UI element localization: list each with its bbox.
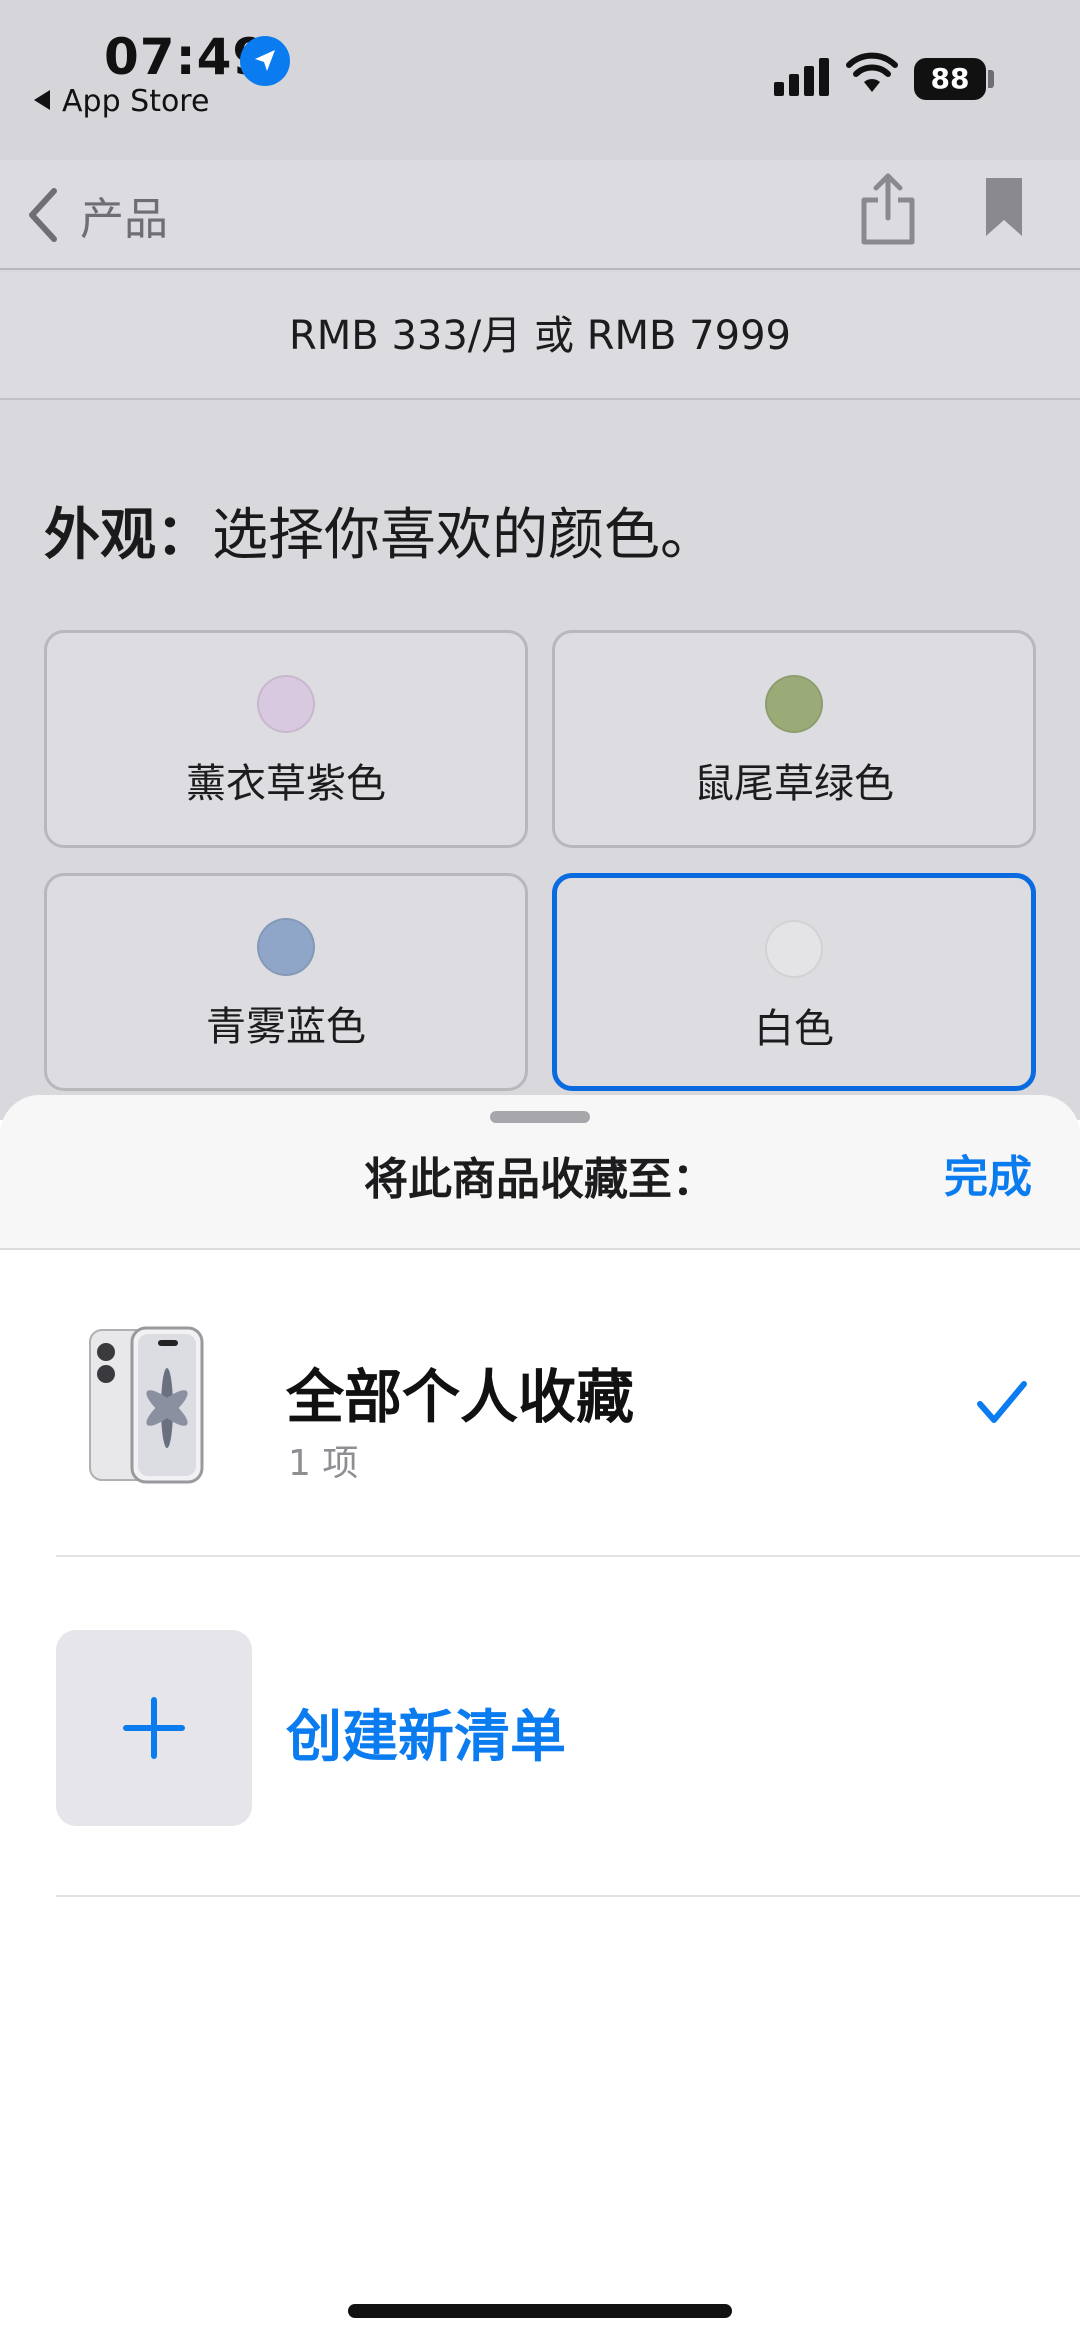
back-triangle-icon [34, 90, 50, 110]
price-bar: RMB 333/月 或 RMB 7999 [0, 272, 1080, 400]
plus-icon [123, 1697, 185, 1759]
nav-back-button[interactable]: 产品 [24, 180, 168, 250]
color-swatch [257, 675, 315, 733]
create-new-list-row[interactable]: 创建新清单 [0, 1580, 1080, 1880]
checkmark-icon [977, 1381, 1027, 1423]
color-option-white[interactable]: 白色 [552, 873, 1036, 1091]
share-icon[interactable] [858, 170, 918, 250]
bookmark-icon[interactable] [982, 174, 1026, 240]
row-divider [56, 1555, 1080, 1557]
back-to-app-store[interactable]: App Store [34, 84, 209, 119]
sheet-header: 将此商品收藏至： 完成 [0, 1095, 1080, 1250]
product-page-background: 07:49 App Store 88 产品 RMB 333/月 或 RMB 79… [0, 0, 1080, 1120]
appearance-heading: 外观：选择你喜欢的颜色。 [44, 490, 716, 571]
row-divider [56, 1895, 1080, 1897]
create-new-list-label: 创建新清单 [286, 1705, 566, 1770]
sheet-grabber[interactable] [490, 1111, 590, 1123]
iphone-product-thumbnail [89, 1326, 204, 1484]
plus-tile [56, 1630, 252, 1826]
collection-name: 全部个人收藏 [286, 1363, 635, 1431]
color-option-label: 白色 [754, 1006, 834, 1052]
color-swatch [257, 918, 315, 976]
color-option-label: 青雾蓝色 [206, 1004, 366, 1050]
color-swatch [765, 920, 823, 978]
status-bar: 07:49 App Store 88 [0, 0, 1080, 160]
appearance-heading-rest: 选择你喜欢的颜色。 [212, 503, 716, 568]
wifi-icon [846, 52, 898, 92]
color-option-label: 薰衣草紫色 [186, 761, 386, 807]
collection-count: 1 项 [288, 1443, 359, 1484]
chevron-left-icon [29, 188, 57, 242]
sheet-title: 将此商品收藏至： [364, 1154, 716, 1205]
cellular-signal-icon [774, 56, 830, 96]
color-option-label: 鼠尾草绿色 [694, 761, 894, 807]
color-option-sage[interactable]: 鼠尾草绿色 [552, 630, 1036, 848]
battery-cap [988, 70, 994, 88]
location-arrow-icon [240, 36, 290, 86]
home-indicator[interactable] [348, 2304, 732, 2318]
done-button[interactable]: 完成 [944, 1141, 1032, 1205]
screen: 07:49 App Store 88 产品 RMB 333/月 或 RMB 79… [0, 0, 1080, 2341]
color-option-lavender[interactable]: 薰衣草紫色 [44, 630, 528, 848]
back-app-label: App Store [62, 84, 210, 119]
nav-back-label: 产品 [80, 194, 168, 245]
appearance-heading-bold: 外观： [44, 503, 212, 568]
save-to-collection-sheet: 将此商品收藏至： 完成 全部个人收藏 1 项 创建新清单 [0, 1095, 1080, 2341]
battery-icon: 88 [914, 58, 986, 100]
navigation-bar: 产品 [0, 160, 1080, 270]
color-option-mist-blue[interactable]: 青雾蓝色 [44, 873, 528, 1091]
color-swatch [765, 675, 823, 733]
